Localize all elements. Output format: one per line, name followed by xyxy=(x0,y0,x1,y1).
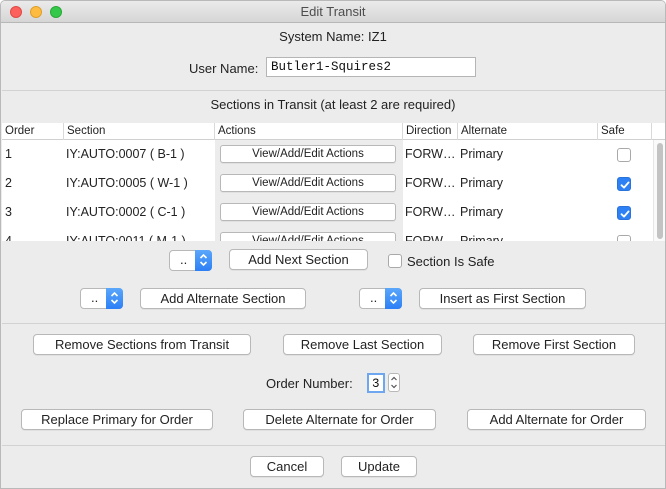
safe-checkbox[interactable] xyxy=(617,235,631,241)
table-row[interactable]: 4 IY:AUTO:0011 ( M-1 ) View/Add/Edit Act… xyxy=(2,227,652,241)
column-header-order[interactable]: Order xyxy=(2,123,64,140)
add-next-section-button[interactable]: Add Next Section xyxy=(229,249,368,270)
remove-last-section-button[interactable]: Remove Last Section xyxy=(283,334,442,355)
table-row[interactable]: 3 IY:AUTO:0002 ( C-1 ) View/Add/Edit Act… xyxy=(2,198,652,227)
cancel-button[interactable]: Cancel xyxy=(250,456,324,477)
sections-title: Sections in Transit (at least 2 are requ… xyxy=(210,97,456,112)
section-is-safe-label: Section Is Safe xyxy=(407,254,495,269)
remove-sections-button[interactable]: Remove Sections from Transit xyxy=(33,334,251,355)
update-button[interactable]: Update xyxy=(341,456,417,477)
divider xyxy=(2,445,665,446)
edit-transit-window: Edit Transit System Name: IZ1 User Name:… xyxy=(0,0,666,489)
chevron-updown-icon xyxy=(199,253,208,267)
alternate-section-combo[interactable]: .. xyxy=(80,288,123,309)
chevron-updown-icon xyxy=(110,291,119,305)
window-title: Edit Transit xyxy=(300,4,366,19)
add-alternate-section-button[interactable]: Add Alternate Section xyxy=(140,288,306,309)
insert-as-first-section-button[interactable]: Insert as First Section xyxy=(419,288,586,309)
section-cell: IY:AUTO:0002 ( C-1 ) xyxy=(66,205,186,219)
section-cell: IY:AUTO:0011 ( M-1 ) xyxy=(66,234,186,241)
divider xyxy=(2,90,665,91)
checkmark-icon xyxy=(620,181,630,189)
direction-cell: FORW… xyxy=(405,176,456,190)
table-header: Order Section Actions Direction Alternat… xyxy=(2,123,665,140)
safe-checkbox[interactable] xyxy=(617,206,631,220)
direction-cell: FORW… xyxy=(405,205,456,219)
order-cell: 2 xyxy=(5,176,12,190)
column-header-direction[interactable]: Direction xyxy=(403,123,458,140)
order-number-label: Order Number: xyxy=(266,376,353,391)
combo-value: .. xyxy=(370,290,378,305)
checkmark-icon xyxy=(620,210,630,218)
safe-checkbox[interactable] xyxy=(617,148,631,162)
combo-value: .. xyxy=(91,290,99,305)
first-section-combo[interactable]: .. xyxy=(359,288,402,309)
alternate-cell: Primary xyxy=(460,234,504,241)
alternate-cell: Primary xyxy=(460,147,504,161)
actions-cell: View/Add/Edit Actions xyxy=(215,140,403,169)
view-add-edit-actions-button[interactable]: View/Add/Edit Actions xyxy=(220,232,396,241)
view-add-edit-actions-button[interactable]: View/Add/Edit Actions xyxy=(220,203,396,221)
next-section-combo[interactable]: .. xyxy=(169,250,212,271)
remove-first-section-button[interactable]: Remove First Section xyxy=(473,334,635,355)
delete-alternate-button[interactable]: Delete Alternate for Order xyxy=(243,409,436,430)
actions-cell: View/Add/Edit Actions xyxy=(215,198,403,227)
order-number-field[interactable]: 3 xyxy=(367,373,385,393)
direction-cell: FORW… xyxy=(405,147,456,161)
order-cell: 1 xyxy=(5,147,12,161)
column-header-actions[interactable]: Actions xyxy=(215,123,403,140)
combo-value: .. xyxy=(180,252,188,267)
chevron-updown-icon xyxy=(391,376,397,389)
view-add-edit-actions-button[interactable]: View/Add/Edit Actions xyxy=(220,174,396,192)
safe-checkbox[interactable] xyxy=(617,177,631,191)
section-is-safe-checkbox[interactable] xyxy=(388,254,402,268)
column-header-alternate[interactable]: Alternate xyxy=(458,123,598,140)
user-name-label: User Name: xyxy=(189,61,259,76)
actions-cell: View/Add/Edit Actions xyxy=(215,169,403,198)
sections-table: Order Section Actions Direction Alternat… xyxy=(2,123,665,241)
system-name-label: System Name: IZ1 xyxy=(279,29,387,44)
section-cell: IY:AUTO:0005 ( W-1 ) xyxy=(66,176,188,190)
column-header-section[interactable]: Section xyxy=(64,123,215,140)
table-scrollbar[interactable] xyxy=(653,140,665,241)
order-cell: 4 xyxy=(5,234,12,241)
order-cell: 3 xyxy=(5,205,12,219)
divider xyxy=(2,323,665,324)
user-name-field[interactable]: Butler1-Squires2 xyxy=(266,57,476,77)
title-bar: Edit Transit xyxy=(1,1,665,23)
alternate-cell: Primary xyxy=(460,176,504,190)
view-add-edit-actions-button[interactable]: View/Add/Edit Actions xyxy=(220,145,396,163)
table-row[interactable]: 2 IY:AUTO:0005 ( W-1 ) View/Add/Edit Act… xyxy=(2,169,652,198)
section-cell: IY:AUTO:0007 ( B-1 ) xyxy=(66,147,185,161)
actions-cell: View/Add/Edit Actions xyxy=(215,227,403,241)
table-row[interactable]: 1 IY:AUTO:0007 ( B-1 ) View/Add/Edit Act… xyxy=(2,140,652,169)
column-header-safe[interactable]: Safe xyxy=(598,123,652,140)
alternate-cell: Primary xyxy=(460,205,504,219)
replace-primary-button[interactable]: Replace Primary for Order xyxy=(21,409,213,430)
direction-cell: FORW… xyxy=(405,234,456,241)
scrollbar-thumb[interactable] xyxy=(657,143,663,239)
add-alternate-for-order-button[interactable]: Add Alternate for Order xyxy=(467,409,646,430)
chevron-updown-icon xyxy=(389,291,398,305)
order-number-spinner[interactable] xyxy=(388,373,400,392)
